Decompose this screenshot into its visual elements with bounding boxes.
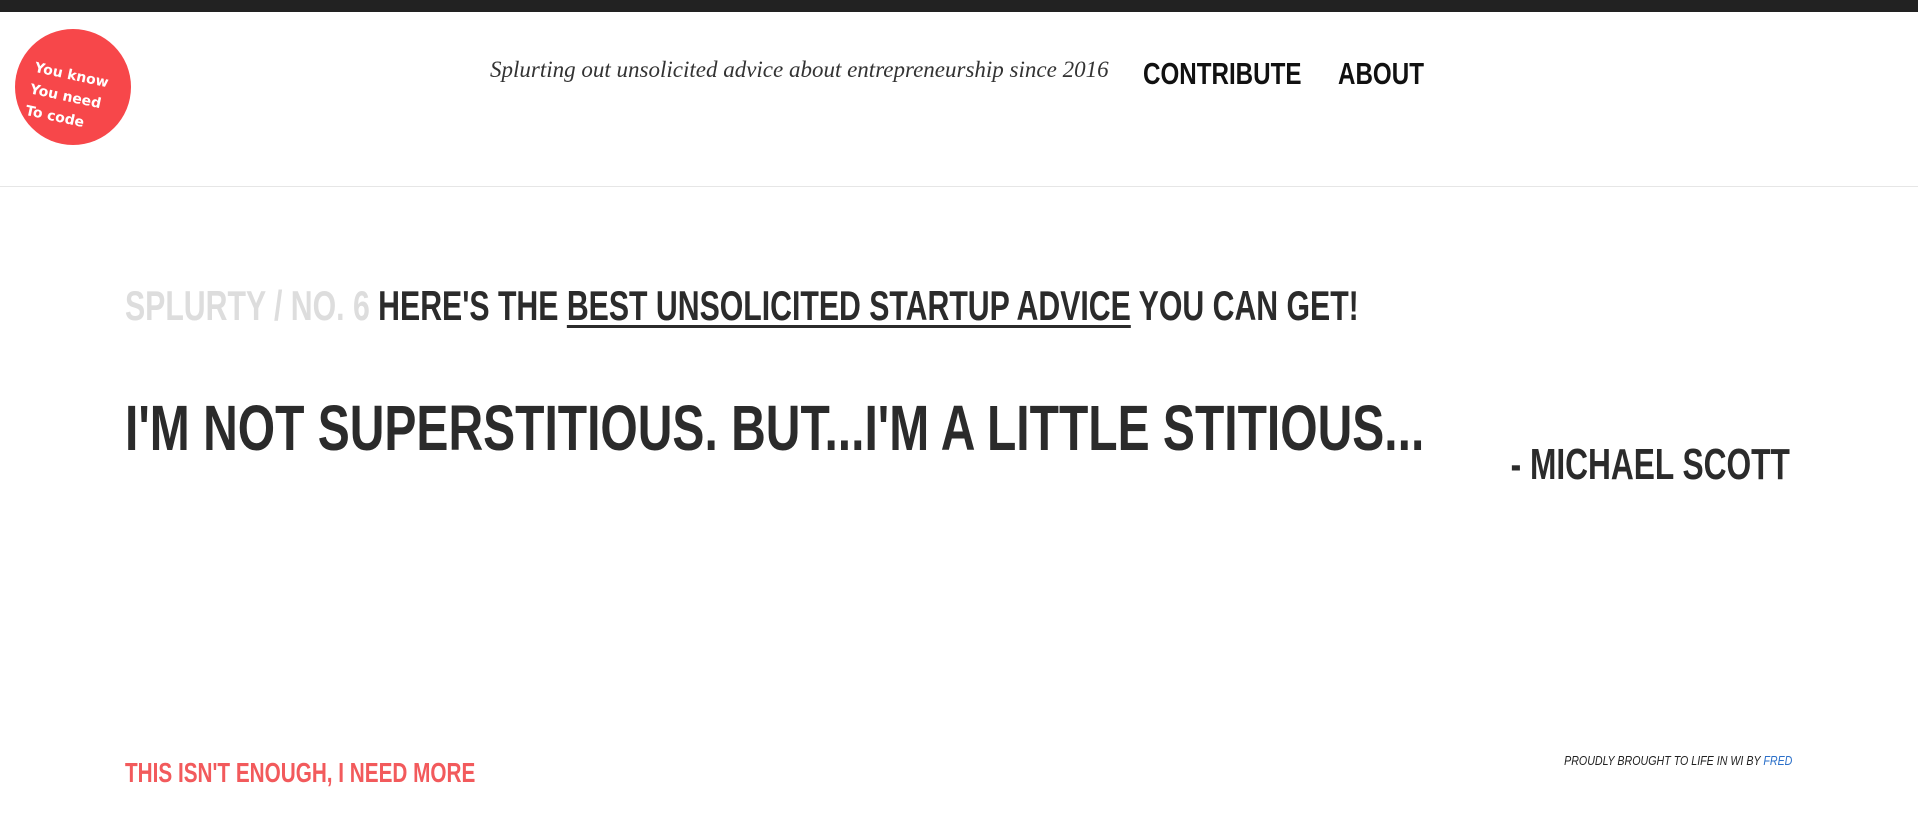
- site-header: You know You need To code Splurting out …: [0, 12, 1918, 187]
- nav-contribute-link[interactable]: CONTRIBUTE: [1143, 56, 1302, 92]
- splurty-number: SPLURTY / NO. 6: [125, 281, 370, 329]
- site-tagline: Splurting out unsolicited advice about e…: [490, 57, 1109, 82]
- advice-headline: SPLURTY / NO. 6 HERE'S THE BEST UNSOLICI…: [125, 281, 1359, 331]
- need-more-link[interactable]: THIS ISN'T ENOUGH, I NEED MORE: [125, 756, 475, 790]
- best-advice-link[interactable]: BEST UNSOLICITED STARTUP ADVICE: [567, 282, 1131, 329]
- headline-before-link: HERE'S THE: [378, 281, 559, 329]
- site-logo[interactable]: You know You need To code: [15, 29, 131, 145]
- fred-link[interactable]: FRED: [1763, 753, 1792, 768]
- credit-text: PROUDLY BROUGHT TO LIFE IN WI BY: [1563, 753, 1761, 768]
- logo-text: You know You need To code: [23, 57, 125, 140]
- nav-about-link[interactable]: ABOUT: [1338, 56, 1424, 92]
- quote-author: - MICHAEL SCOTT: [1510, 440, 1790, 489]
- top-bar: [0, 0, 1918, 12]
- headline-after-link: YOU CAN GET!: [1138, 281, 1359, 329]
- main-nav: CONTRIBUTE ABOUT: [1143, 56, 1448, 92]
- footer-credit: PROUDLY BROUGHT TO LIFE IN WI BY FRED: [1564, 752, 1792, 770]
- advice-quote: I'M NOT SUPERSTITIOUS. BUT...I'M A LITTL…: [125, 391, 1425, 464]
